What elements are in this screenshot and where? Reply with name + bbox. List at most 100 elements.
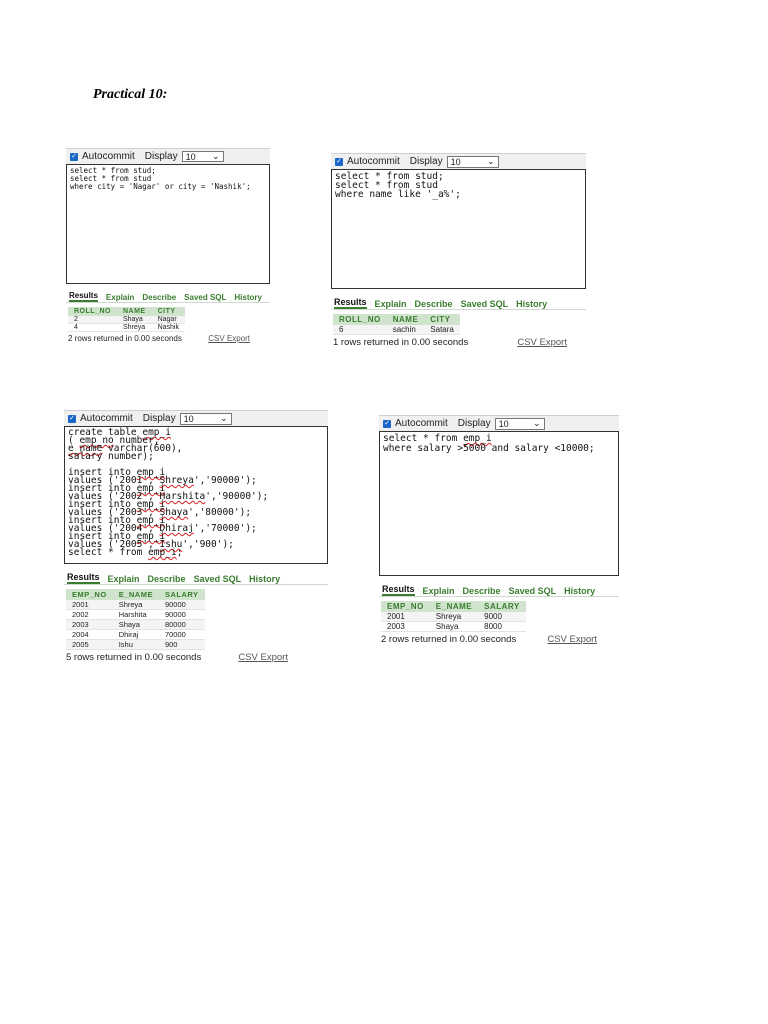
tab-history[interactable]: History — [564, 586, 595, 596]
table-cell: Harshita — [112, 609, 159, 620]
autocommit-label: Autocommit — [395, 418, 448, 429]
display-select[interactable]: 10 ⌄ — [181, 151, 224, 162]
display-select-value: 10 — [185, 151, 196, 162]
table-cell: Dhiraj — [112, 629, 159, 640]
tab-results[interactable]: Results — [67, 572, 100, 584]
column-header: CITY — [424, 314, 460, 325]
tab-saved-sql[interactable]: Saved SQL — [184, 293, 226, 302]
tab-saved-sql[interactable]: Saved SQL — [194, 574, 242, 584]
tab-history[interactable]: History — [249, 574, 280, 584]
results-tabs: Results Explain Describe Saved SQL History — [66, 288, 270, 303]
tab-describe[interactable]: Describe — [463, 586, 501, 596]
tab-explain[interactable]: Explain — [108, 574, 140, 584]
display-select-value: 10 — [183, 413, 194, 424]
table-row: 2002 Harshita 90000 — [66, 609, 205, 620]
toolbar: ✓ Autocommit Display 10 ⌄ — [66, 148, 270, 164]
column-header: E_NAME — [429, 601, 479, 612]
sql-editor-line: salary number); — [68, 451, 154, 462]
display-select[interactable]: 10 ⌄ — [179, 412, 232, 425]
results-footer: 1 rows returned in 0.00 seconds CSV Expo… — [333, 337, 567, 348]
display-label: Display — [142, 413, 176, 424]
table-cell: 8000 — [478, 621, 526, 632]
autocommit-checkbox[interactable]: ✓ — [335, 157, 343, 166]
column-header: NAME — [116, 307, 152, 316]
table-row: 2 Shaya Nagar — [68, 316, 185, 324]
rows-returned-status: 2 rows returned in 0.00 seconds — [68, 334, 182, 343]
tab-describe[interactable]: Describe — [415, 299, 453, 309]
column-header: EMP_NO — [381, 601, 430, 612]
csv-export-link[interactable]: CSV Export — [208, 334, 250, 343]
autocommit-label: Autocommit — [347, 156, 400, 167]
tab-history[interactable]: History — [516, 299, 547, 309]
column-header: SALARY — [158, 589, 205, 600]
tab-explain[interactable]: Explain — [423, 586, 455, 596]
chevron-down-icon: ⌄ — [212, 151, 220, 161]
table-row: 2003 Shaya 8000 — [381, 621, 526, 632]
display-label: Display — [457, 418, 491, 429]
tab-describe[interactable]: Describe — [148, 574, 186, 584]
sql-editor[interactable]: create table emp_i( emp_no number, e_name… — [64, 426, 328, 564]
results-tabs: Results Explain Describe Saved SQL History — [379, 580, 619, 597]
tab-results[interactable]: Results — [382, 584, 415, 596]
display-label: Display — [144, 151, 178, 162]
sql-editor[interactable]: select * from emp_i where salary >5000 an… — [379, 431, 619, 576]
table-cell: Shaya — [112, 619, 159, 630]
autocommit-label: Autocommit — [80, 413, 133, 424]
results-table: ROLL_NO NAME CITY 6 sachin Satara — [333, 314, 460, 335]
csv-export-link[interactable]: CSV Export — [238, 652, 288, 662]
table-cell: 9000 — [478, 612, 526, 622]
table-cell: 2003 — [381, 621, 430, 632]
table-cell: 900 — [158, 639, 205, 650]
table-cell: Nashik — [151, 323, 185, 332]
table-cell: Shreya — [112, 600, 159, 610]
tab-saved-sql[interactable]: Saved SQL — [461, 299, 509, 309]
autocommit-checkbox[interactable]: ✓ — [68, 414, 76, 423]
table-cell: 70000 — [158, 629, 205, 640]
table-cell: Shreya — [116, 323, 152, 332]
csv-export-link[interactable]: CSV Export — [517, 337, 567, 348]
autocommit-checkbox[interactable]: ✓ — [70, 152, 78, 161]
sql-workshop-panel-4: ✓ Autocommit Display 10 ⌄ select * from … — [379, 415, 619, 657]
toolbar: ✓ Autocommit Display 10 ⌄ — [379, 415, 619, 431]
column-header: CITY — [151, 307, 185, 316]
results-footer: 5 rows returned in 0.00 seconds CSV Expo… — [66, 652, 288, 662]
display-select-value: 10 — [450, 156, 461, 167]
tab-results[interactable]: Results — [69, 291, 98, 302]
tab-history[interactable]: History — [234, 293, 262, 302]
display-select[interactable]: 10 ⌄ — [494, 417, 545, 430]
tab-saved-sql[interactable]: Saved SQL — [509, 586, 557, 596]
autocommit-checkbox[interactable]: ✓ — [383, 419, 391, 428]
table-cell: Shreya — [429, 612, 479, 622]
csv-export-link[interactable]: CSV Export — [547, 634, 597, 645]
table-cell: 2003 — [66, 619, 113, 630]
toolbar: ✓ Autocommit Display 10 ⌄ — [331, 153, 586, 169]
sql-workshop-panel-3: ✓ Autocommit Display 10 ⌄ create table e… — [64, 410, 328, 662]
rows-returned-status: 2 rows returned in 0.00 seconds — [381, 634, 517, 645]
table-row: 2004 Dhiraj 70000 — [66, 629, 205, 640]
results-header-row: ROLL_NO NAME CITY — [333, 314, 460, 325]
results-area: ROLL_NO NAME CITY 6 sachin Satara 1 rows ret… — [333, 314, 586, 348]
column-header: E_NAME — [112, 589, 159, 600]
rows-returned-status: 5 rows returned in 0.00 seconds — [66, 652, 202, 662]
sql-editor[interactable]: select * from stud; select * from stud whe… — [331, 169, 586, 289]
tab-explain[interactable]: Explain — [106, 293, 134, 302]
column-header: NAME — [386, 314, 425, 325]
sql-editor[interactable]: select * from stud; select * from stud whe… — [66, 164, 270, 284]
page-title: Practical 10: — [93, 87, 168, 102]
tab-describe[interactable]: Describe — [142, 293, 176, 302]
display-select[interactable]: 10 ⌄ — [446, 155, 499, 168]
tab-results[interactable]: Results — [334, 297, 367, 309]
tab-explain[interactable]: Explain — [375, 299, 407, 309]
table-cell: 2001 — [66, 600, 113, 610]
sql-editor-line: where salary >5000 and salary <10000; — [383, 443, 595, 454]
results-table: EMP_NO E_NAME SALARY 2001 Shreya 9000 2003 Sha… — [381, 601, 526, 632]
results-area: EMP_NO E_NAME SALARY 2001 Shreya 90000 2002 Ha… — [66, 589, 328, 662]
chevron-down-icon: ⌄ — [533, 418, 541, 428]
display-select-value: 10 — [498, 418, 509, 429]
table-cell: Shaya — [116, 316, 152, 324]
results-table: EMP_NO E_NAME SALARY 2001 Shreya 90000 2002 Ha… — [66, 589, 205, 650]
table-cell: 80000 — [158, 619, 205, 630]
table-cell: Nagar — [151, 316, 185, 324]
table-cell: Satara — [424, 325, 460, 335]
sql-editor-line: where city = 'Nagar' or city = 'Nashik'; — [70, 182, 251, 191]
